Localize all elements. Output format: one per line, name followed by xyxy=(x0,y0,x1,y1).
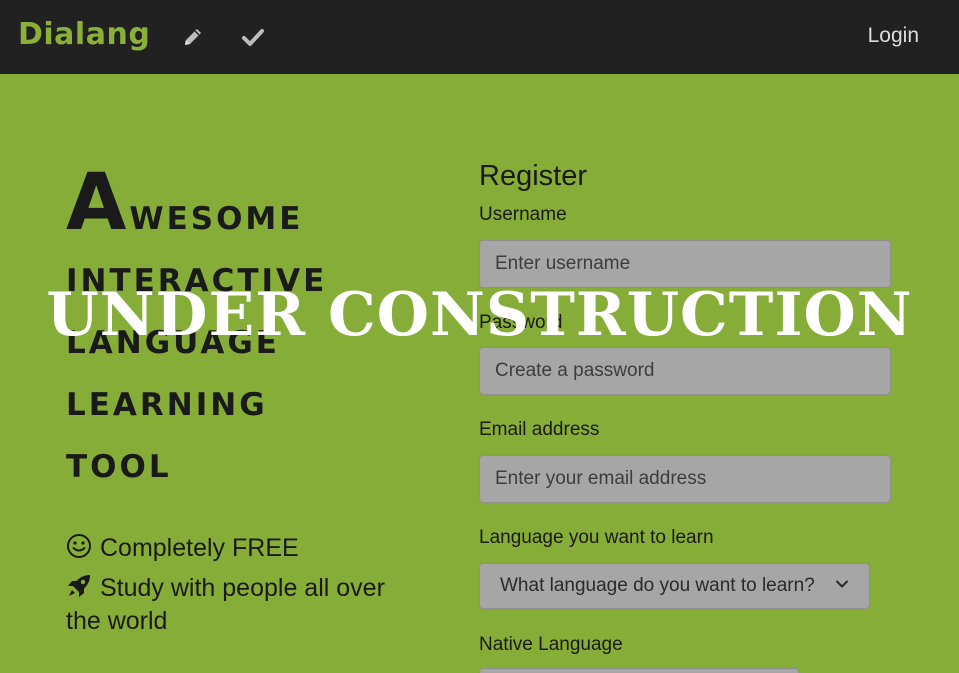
hero-title-line: tool xyxy=(66,437,172,488)
learn-language-label: Language you want to learn xyxy=(479,527,714,548)
pencil-icon[interactable] xyxy=(178,22,208,52)
username-input[interactable] xyxy=(479,240,891,288)
learn-language-selected: What language do you want to learn? xyxy=(500,575,815,596)
feature-study: Study with people all over the world xyxy=(66,573,385,635)
password-label: Password xyxy=(479,312,563,333)
register-heading: Register xyxy=(479,160,587,192)
hero-title-first-line: Awesome xyxy=(66,158,304,248)
top-navbar: Dialang Login xyxy=(0,0,959,74)
hero-title-line: learning xyxy=(66,375,268,426)
login-link[interactable]: Login xyxy=(868,24,919,48)
username-label: Username xyxy=(479,204,567,225)
check-icon[interactable] xyxy=(238,22,268,52)
native-language-select[interactable] xyxy=(479,668,799,673)
hero-title: Awesome interactive language learning to… xyxy=(66,158,446,494)
password-input[interactable] xyxy=(479,347,891,395)
smiley-icon xyxy=(66,533,92,566)
chevron-down-icon xyxy=(835,575,849,597)
email-input[interactable] xyxy=(479,455,891,503)
hero-title-line: language xyxy=(66,313,280,364)
hero-title-line: interactive xyxy=(66,251,328,302)
brand-logo[interactable]: Dialang xyxy=(18,17,150,52)
rocket-icon xyxy=(66,573,92,606)
email-label: Email address xyxy=(479,419,600,440)
learn-language-select[interactable]: What language do you want to learn? xyxy=(479,563,870,609)
feature-free: Completely FREE xyxy=(66,533,426,566)
native-language-label: Native Language xyxy=(479,634,623,655)
